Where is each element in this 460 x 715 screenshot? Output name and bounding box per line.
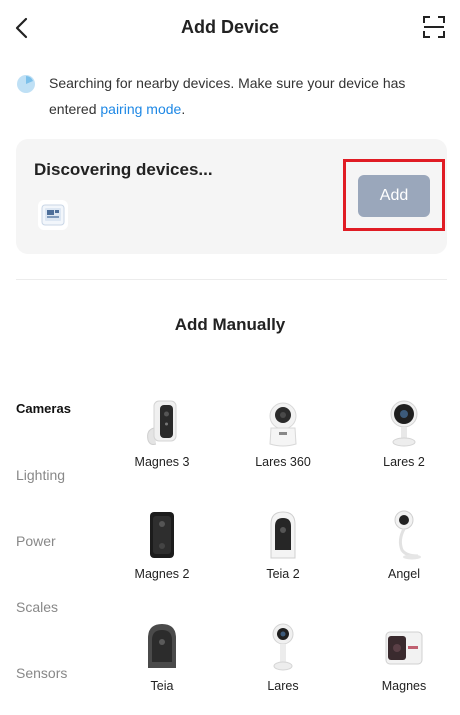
page-title: Add Device	[180, 17, 280, 37]
product-teia-2[interactable]: Teia 2	[228, 510, 338, 600]
product-lares-2[interactable]: Lares 2	[349, 398, 459, 488]
product-name: Lares 2	[383, 455, 425, 469]
discovering-title: Discovering devices...	[34, 160, 213, 179]
angel-camera-icon	[394, 510, 421, 560]
lares-360-camera-icon	[269, 402, 297, 447]
bluetooth-search-icon	[17, 75, 35, 93]
add-button[interactable]: Add	[358, 175, 430, 217]
scan-icon	[423, 16, 445, 38]
product-name: Magnes 2	[134, 567, 190, 581]
product-teia[interactable]: Teia	[107, 622, 217, 712]
lares-2-camera-icon	[390, 400, 418, 447]
teia-camera-icon	[148, 624, 176, 668]
product-name: Lares	[267, 679, 299, 693]
product-magnes[interactable]: Magnes	[349, 622, 459, 712]
product-name: Magnes 3	[134, 455, 190, 469]
product-magnes-3[interactable]: Magnes 3	[107, 398, 217, 488]
product-name: Magnes	[381, 679, 427, 693]
magnes-3-camera-icon	[147, 400, 177, 445]
product-magnes-2[interactable]: Magnes 2	[107, 510, 217, 600]
magnes-2-camera-icon	[150, 512, 174, 558]
category-sensors[interactable]: Sensors	[16, 665, 67, 681]
product-name: Angel	[388, 567, 420, 581]
category-scales[interactable]: Scales	[16, 599, 58, 615]
product-lares-360[interactable]: Lares 360	[228, 398, 338, 488]
category-power[interactable]: Power	[16, 533, 56, 549]
category-lighting[interactable]: Lighting	[16, 467, 65, 483]
notice-tail: .	[181, 101, 186, 117]
add-manually-title: Add Manually	[174, 315, 286, 334]
product-angel[interactable]: Angel	[349, 510, 459, 600]
lares-camera-icon	[272, 623, 294, 671]
scan-button[interactable]	[422, 15, 446, 39]
category-cameras[interactable]: Cameras	[16, 401, 71, 416]
product-name: Teia	[150, 679, 174, 693]
discovered-device[interactable]	[38, 200, 68, 230]
product-name: Lares 360	[255, 455, 311, 469]
notice-text: Searching for nearby devices. Make sure …	[49, 70, 449, 122]
teia-2-camera-icon	[270, 511, 296, 559]
product-name: Teia 2	[266, 567, 300, 581]
pairing-mode-link[interactable]: pairing mode	[100, 101, 181, 117]
magnes-camera-icon	[385, 631, 423, 665]
header: Add Device	[0, 0, 460, 56]
thermometer-display-icon	[41, 204, 65, 226]
divider	[16, 279, 447, 280]
product-lares[interactable]: Lares	[228, 622, 338, 712]
